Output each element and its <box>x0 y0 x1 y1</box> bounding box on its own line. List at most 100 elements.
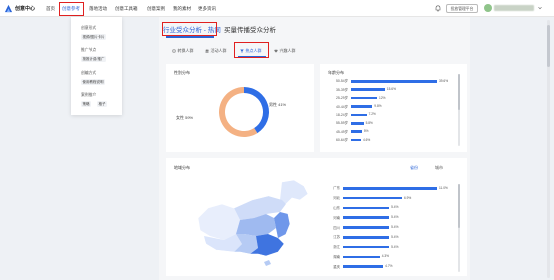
bar[interactable] <box>351 130 362 133</box>
bar-category-label: 60-64岁 <box>335 138 348 143</box>
region-scrollbar-thumb[interactable] <box>458 184 460 228</box>
dropdown-chip[interactable]: 视频/图片卡片 <box>81 34 106 40</box>
dropdown-chip[interactable]: 按推计费/推广 <box>81 56 106 62</box>
bar[interactable] <box>343 255 380 259</box>
creative-reference-dropdown: 创意形式 视频/图片卡片 推广节点 按推计费/推广 创编方式 使用教程说明 案例… <box>71 17 122 115</box>
age-scrollbar-thumb[interactable] <box>458 74 460 110</box>
bar[interactable] <box>343 216 390 219</box>
tab-province[interactable]: 省份 <box>410 165 418 171</box>
bar-value-label: 5.4% <box>391 205 399 210</box>
bar[interactable] <box>351 113 367 117</box>
dropdown-section-title: 案例推介 <box>81 93 97 97</box>
user-name-blurred[interactable] <box>494 5 534 11</box>
bar[interactable] <box>343 226 390 229</box>
pie-slice-male <box>244 87 269 134</box>
bar-category-label: 江苏 <box>333 235 340 240</box>
nav-home[interactable]: 首页 <box>46 0 55 17</box>
bar-value-label: 5.4% <box>391 244 399 249</box>
dropdown-chip[interactable]: 策略 <box>81 101 91 107</box>
bar-value-label: 4.6% <box>362 137 371 142</box>
bar[interactable] <box>343 245 390 249</box>
region-panel: 地域分布 省份 城市 广东 11.0% 河北 6.9% 山东 5.4% 河南 5.4% 四川 5.… <box>166 158 467 276</box>
bar-category-label: 18-24岁 <box>335 113 348 117</box>
age-title: 年龄分布 <box>328 70 344 75</box>
bar-value-label: 5.4% <box>391 225 399 229</box>
bar-category-label: 25-29岁 <box>335 96 348 101</box>
dropdown-section-title: 创编方式 <box>81 71 97 75</box>
region-title: 地域分布 <box>174 165 190 170</box>
bar-value-label: 12% <box>379 95 386 100</box>
notification-icon[interactable] <box>435 5 441 12</box>
bar-value-label: 4.7% <box>385 264 393 269</box>
bar-category-label: 重庆 <box>333 264 340 269</box>
subtab-activity[interactable]: 活动人群 <box>205 46 227 55</box>
gender-donut-chart <box>219 87 269 137</box>
map-region-east <box>274 212 290 238</box>
bar[interactable] <box>343 265 384 268</box>
gender-panel: 性别分布 男性 41% 女性 59% <box>166 64 314 152</box>
bar-category-label: 35-39岁 <box>335 87 348 92</box>
bar-category-label: 山东 <box>333 206 340 210</box>
map-region-west <box>198 204 240 240</box>
bar-category-label: 40-44岁 <box>335 104 348 109</box>
highlight-box-nav <box>59 2 84 16</box>
bar-category-label: 广东 <box>333 186 340 191</box>
chevron-down-icon[interactable] <box>538 6 542 10</box>
bar[interactable] <box>343 187 437 190</box>
nav-my-assets[interactable]: 我的素材 <box>173 0 191 17</box>
subtab-label: 转换人群 <box>177 47 194 53</box>
bar-category-label: 55-59岁 <box>335 121 348 126</box>
subtab-label: 兴趣人群 <box>279 47 296 53</box>
nav-landing-activity[interactable]: 落地活动 <box>89 0 107 17</box>
bar-value-label: 39.6% <box>439 78 449 83</box>
bar-category-label: 浙江 <box>333 245 340 250</box>
bar-value-label: 5.8% <box>365 120 373 125</box>
china-map <box>197 179 309 266</box>
subtab-interest[interactable]: 兴趣人群 <box>274 46 296 55</box>
bar[interactable] <box>351 138 361 142</box>
nav-creative-toolbox[interactable]: 创意工具箱 <box>115 0 138 17</box>
ad-platform-button[interactable]: 投放管理平台 <box>446 4 478 13</box>
bar[interactable] <box>343 236 390 239</box>
bar-value-label: 5% <box>363 129 369 134</box>
logo-text: 创意中心 <box>15 6 36 12</box>
heart-icon <box>274 49 278 53</box>
bar-value-label: 15.6% <box>386 87 396 92</box>
bar-value-label: 11.0% <box>439 185 448 190</box>
bar-value-label: 4.3% <box>381 254 389 259</box>
logo[interactable]: 创意中心 <box>4 4 35 13</box>
bar-value-label: 9.8% <box>374 104 382 108</box>
tab-city[interactable]: 城市 <box>435 165 443 171</box>
bar[interactable] <box>343 196 402 200</box>
bar-value-label: 6.9% <box>403 195 412 200</box>
highlight-box-tab <box>162 22 217 36</box>
nav-more-news[interactable]: 更多资讯 <box>198 0 216 17</box>
bar-value-label: 5.4% <box>391 234 399 239</box>
age-panel: 年龄分布 50-54岁 39.6% 35-39岁 15.6% 25-29岁 12% 40-4… <box>320 64 467 152</box>
female-label: 女性 59% <box>176 115 194 120</box>
map-region-hainan <box>264 260 271 266</box>
bar-category-label: 四川 <box>333 225 340 230</box>
bar[interactable] <box>351 122 364 125</box>
bar-category-label: 河南 <box>333 215 340 220</box>
active-tab-indicator <box>166 36 214 38</box>
page-scrollbar-thumb[interactable] <box>547 25 550 67</box>
bar-category-label: 湖南 <box>333 255 340 259</box>
subtab-conversion[interactable]: 转换人群 <box>172 46 194 55</box>
nav-creative-cases[interactable]: 创意案例 <box>147 0 165 17</box>
bar-category-label: 50-54岁 <box>335 79 348 84</box>
logo-icon <box>4 4 13 13</box>
bar[interactable] <box>351 96 378 100</box>
bar[interactable] <box>351 88 385 91</box>
bar-category-label: 河北 <box>333 196 340 201</box>
dropdown-chip[interactable]: 使用教程说明 <box>81 79 105 85</box>
bar-value-label: 5.4% <box>391 215 399 220</box>
active-subtab-indicator <box>238 56 266 57</box>
dropdown-chip[interactable]: 格子 <box>97 101 107 107</box>
bar[interactable] <box>343 206 390 210</box>
bar[interactable] <box>351 105 373 108</box>
avatar[interactable] <box>484 4 492 12</box>
bar[interactable] <box>351 80 437 83</box>
target-icon <box>172 48 176 53</box>
tab-buy-audience[interactable]: 买量传播受众分析 <box>224 24 276 34</box>
